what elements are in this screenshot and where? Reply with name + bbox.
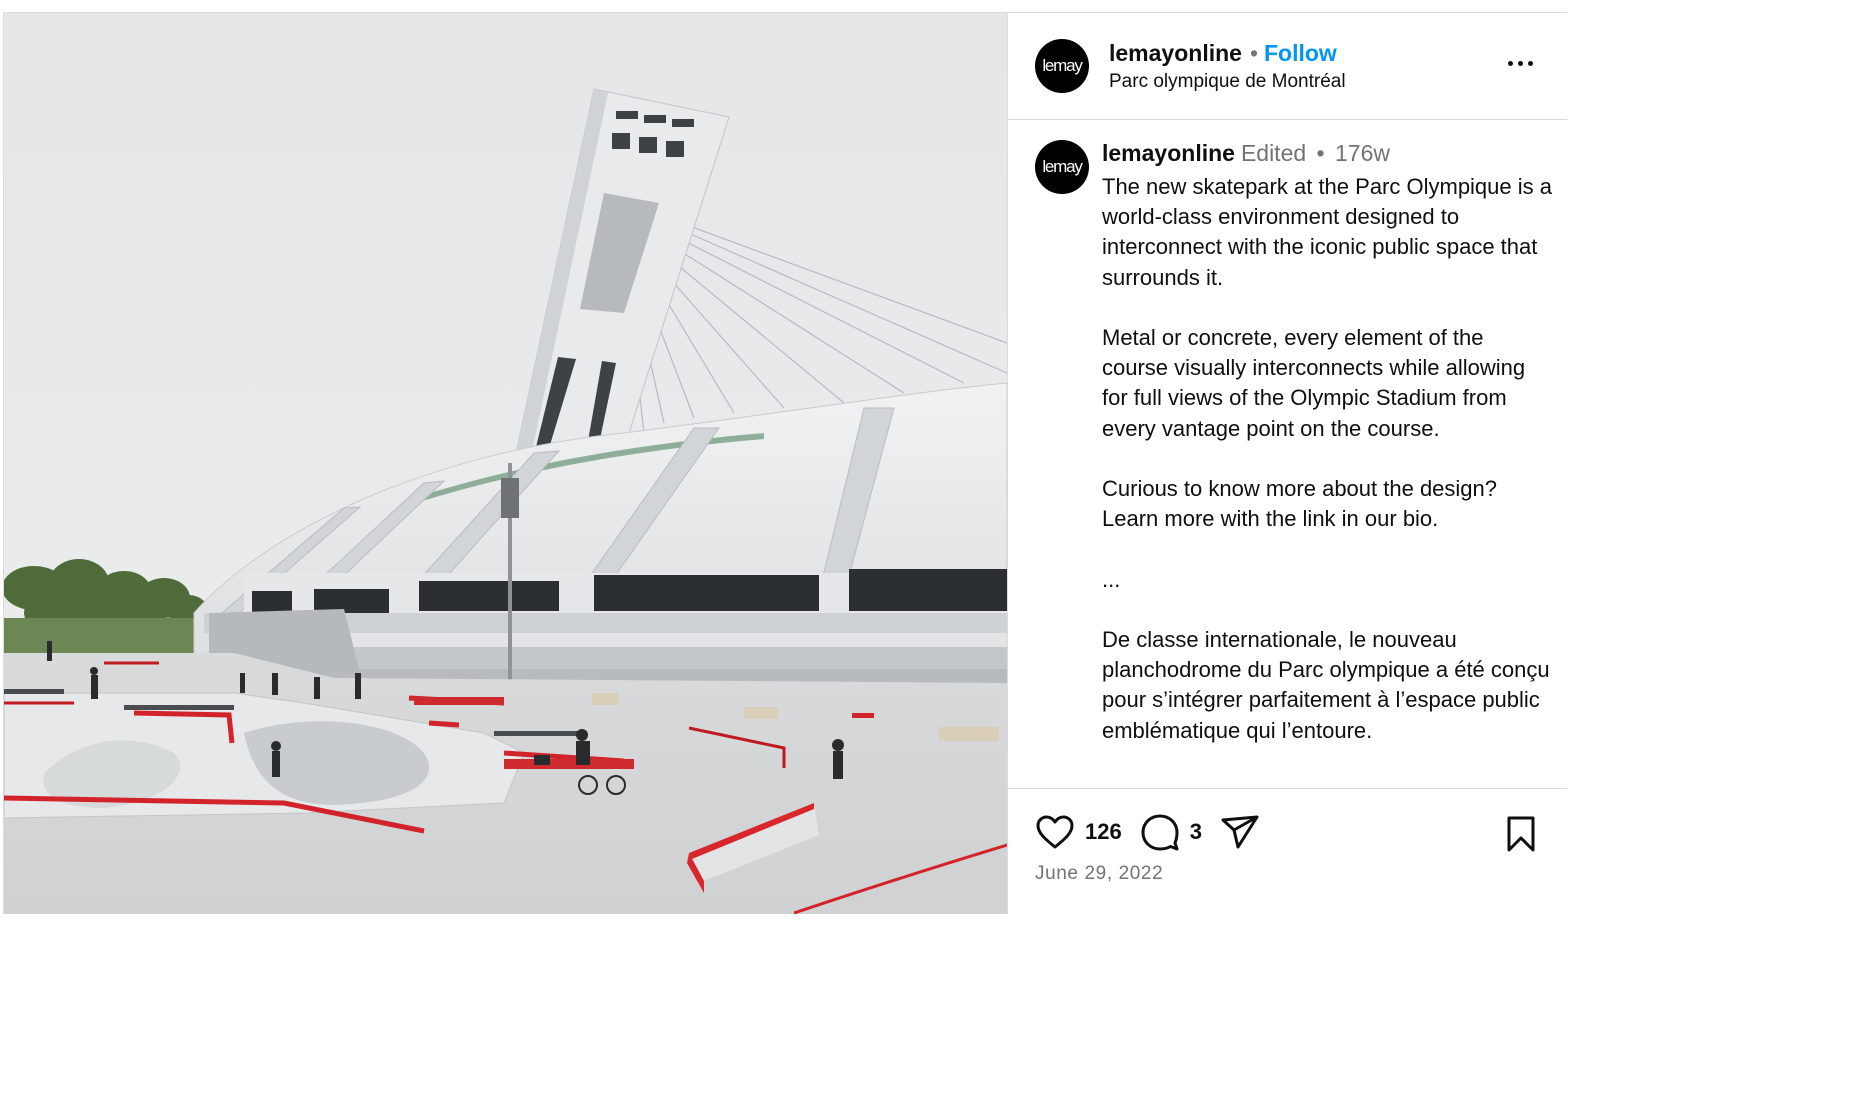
save-button[interactable]: [1505, 815, 1537, 858]
comments-count[interactable]: 3: [1190, 819, 1202, 845]
header-user-line: lemayonline • Follow: [1109, 40, 1337, 67]
post-date[interactable]: June 29, 2022: [1035, 863, 1163, 885]
action-bar: 126 3: [1035, 813, 1260, 851]
comment-button[interactable]: 3: [1140, 813, 1202, 851]
caption-paragraph: Curious to know more about the design? L…: [1102, 476, 1498, 532]
share-button[interactable]: [1220, 814, 1260, 850]
caption-paragraph: ...: [1102, 566, 1121, 592]
caption-meta: lemayonline Edited • 176w: [1102, 140, 1390, 167]
likes-count[interactable]: 126: [1085, 819, 1122, 845]
avatar-logo-text: lemay: [1042, 56, 1083, 75]
post-dialog: lemay lemayonline • Follow Parc olympique …: [3, 12, 1567, 914]
share-icon: [1221, 815, 1259, 849]
comment-icon: [1141, 814, 1179, 851]
author-avatar[interactable]: lemay: [1035, 39, 1089, 93]
caption-username[interactable]: lemayonline: [1102, 140, 1235, 166]
caption-timestamp[interactable]: 176w: [1335, 140, 1390, 166]
header-username[interactable]: lemayonline: [1109, 40, 1242, 66]
caption-paragraph: Metal or concrete, every element of the …: [1102, 325, 1526, 441]
post-header: lemay lemayonline • Follow Parc olympique …: [1008, 13, 1567, 120]
caption-paragraph: The new skatepark at the Parc Olympique …: [1102, 174, 1552, 290]
header-separator: •: [1249, 40, 1258, 66]
post-actions-area: 126 3 June 29, 2022: [1008, 788, 1567, 914]
heart-icon: [1036, 815, 1074, 849]
post-side-panel: lemay lemayonline • Follow Parc olympique …: [1007, 13, 1567, 914]
more-options-icon[interactable]: [1508, 61, 1533, 66]
location-link[interactable]: Parc olympique de Montréal: [1109, 71, 1346, 93]
avatar-logo-text: lemay: [1042, 157, 1083, 176]
post-photo[interactable]: [4, 13, 1007, 914]
comments-area[interactable]: lemay lemayonline Edited • 176w The new s…: [1008, 120, 1567, 788]
caption-avatar[interactable]: lemay: [1035, 140, 1089, 194]
stadium-skatepark-image: [4, 13, 1007, 914]
follow-button[interactable]: Follow: [1264, 40, 1337, 66]
caption-paragraph: De classe internationale, le nouveau pla…: [1102, 626, 1550, 743]
edited-label: Edited: [1240, 140, 1307, 166]
caption-separator: •: [1316, 140, 1325, 166]
like-button[interactable]: 126: [1035, 814, 1122, 850]
caption-text: The new skatepark at the Parc Olympique …: [1102, 172, 1552, 776]
bookmark-icon: [1507, 816, 1535, 852]
